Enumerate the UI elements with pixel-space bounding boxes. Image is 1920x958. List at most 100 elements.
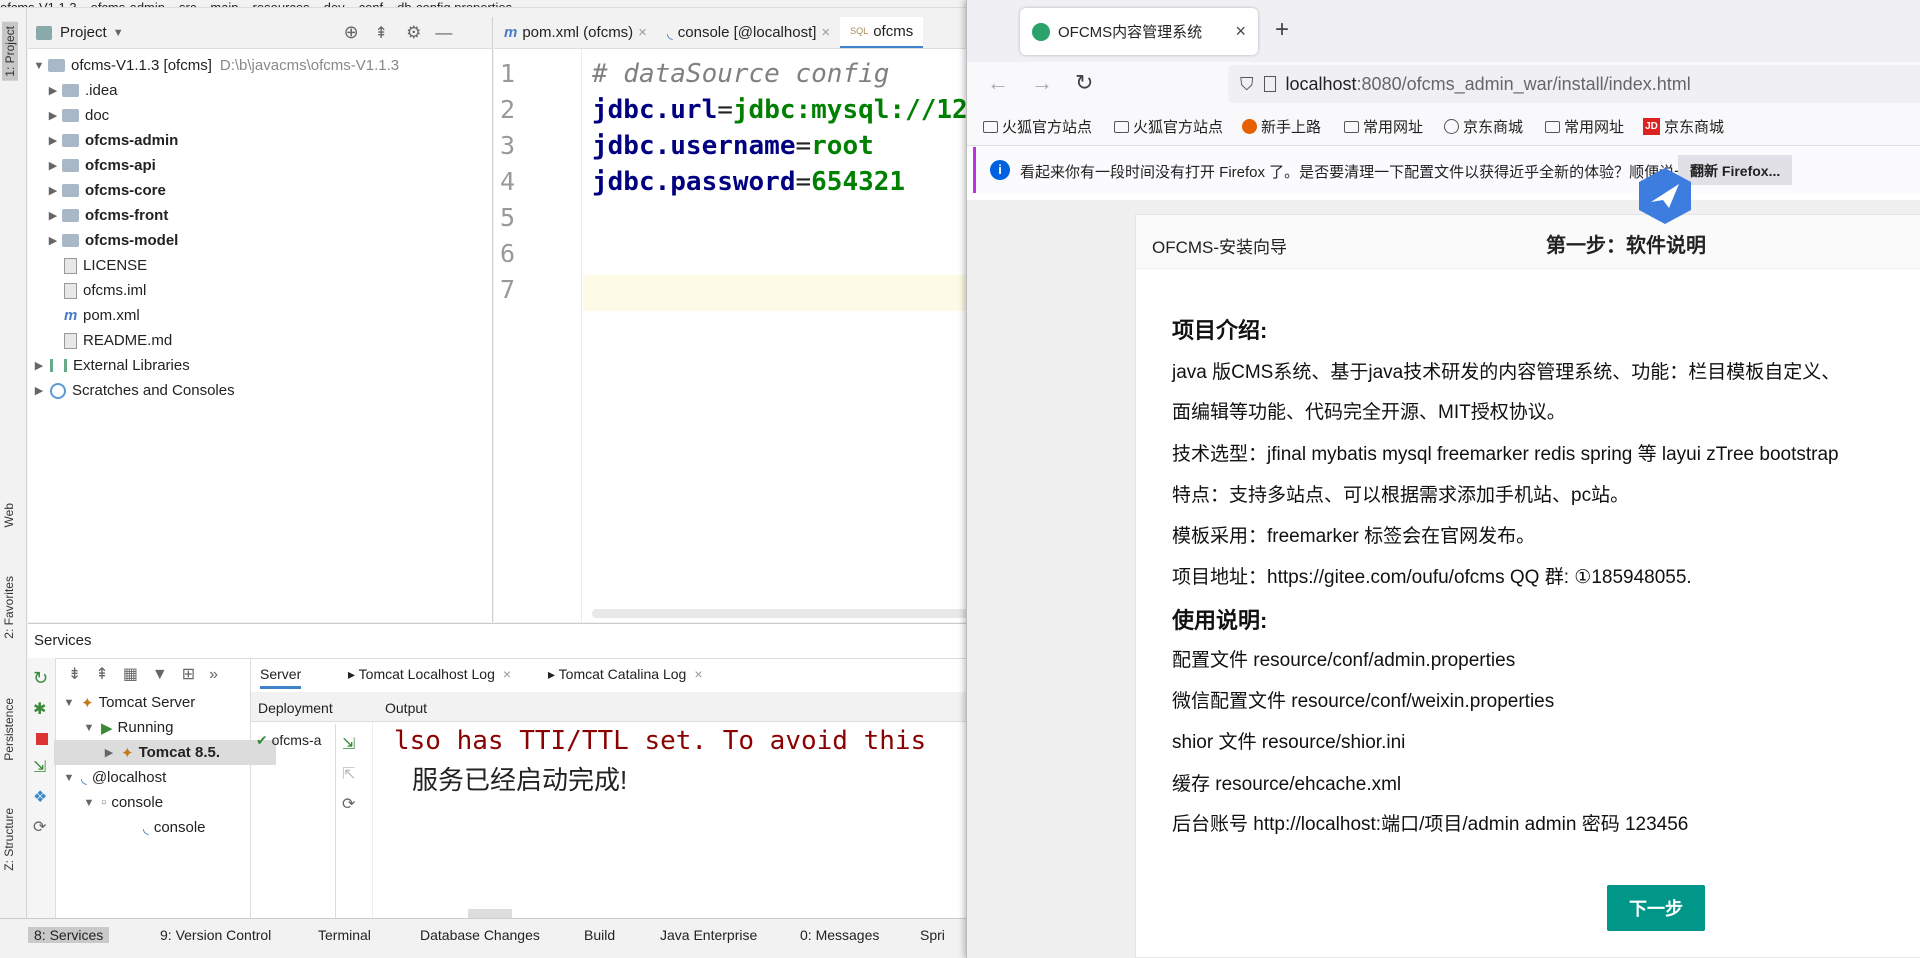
- project-title[interactable]: Project: [60, 24, 107, 41]
- output-scrollbar[interactable]: [468, 909, 512, 918]
- url-bar[interactable]: ⛉ localhost:8080/ofcms_admin_war/install…: [1228, 65, 1920, 103]
- next-step-button[interactable]: 下一步: [1607, 885, 1705, 931]
- tree-item-ofcms-admin[interactable]: ▶ ofcms-admin: [46, 128, 179, 153]
- tree-item-license[interactable]: LICENSE: [60, 253, 147, 278]
- service-console[interactable]: ◟ console: [138, 815, 206, 840]
- bookmark-item[interactable]: 常用网址: [1344, 116, 1423, 137]
- chevron-down-icon[interactable]: ▼: [62, 772, 76, 784]
- tree-item-doc[interactable]: ▶ doc: [46, 103, 109, 128]
- bookmark-item[interactable]: 常用网址: [1545, 116, 1624, 137]
- chevron-down-icon[interactable]: ▼: [32, 60, 46, 72]
- tree-item-ofcms-model[interactable]: ▶ ofcms-model: [46, 228, 179, 253]
- forward-icon[interactable]: →: [1031, 70, 1053, 96]
- tab-version-control[interactable]: 9: Version Control: [160, 927, 271, 943]
- tree-item-pom[interactable]: m pom.xml: [60, 303, 140, 328]
- breadcrumb-segment[interactable]: ofcms-V1.1.3: [0, 0, 77, 7]
- chevron-right-icon[interactable]: ▶: [46, 209, 60, 222]
- tree-item-ofcms-api[interactable]: ▶ ofcms-api: [46, 153, 156, 178]
- code-line-1[interactable]: # dataSource config: [592, 59, 889, 89]
- bookmark-item[interactable]: JD 京东商城: [1643, 116, 1724, 137]
- stop-icon[interactable]: [36, 733, 48, 745]
- tab-db-config[interactable]: SQL ofcms: [840, 17, 924, 48]
- tab-server[interactable]: Server: [260, 666, 302, 689]
- tab-pom-xml[interactable]: m pom.xml (ofcms) ×: [494, 17, 657, 48]
- bookmark-item[interactable]: 火狐官方站点: [983, 116, 1092, 137]
- chevron-right-icon[interactable]: ▶: [46, 109, 60, 122]
- tree-item-external-libraries[interactable]: ▶ External Libraries: [32, 353, 190, 378]
- tab-build[interactable]: Build: [584, 927, 615, 943]
- minimize-icon[interactable]: —: [435, 23, 452, 43]
- group-icon[interactable]: ❖: [33, 787, 55, 807]
- breadcrumb-segment[interactable]: db-config.properties: [397, 0, 512, 7]
- tab-services[interactable]: 8: Services: [28, 927, 110, 943]
- chevron-right-icon[interactable]: ▶: [32, 359, 46, 372]
- chevron-down-icon[interactable]: ▼: [62, 697, 76, 709]
- service-console-group[interactable]: ▼ ▫ console: [82, 790, 163, 815]
- deploy-icon[interactable]: ⇲: [33, 757, 55, 777]
- chevron-right-icon[interactable]: ▶: [46, 134, 60, 147]
- chevron-right-icon[interactable]: ▶: [46, 184, 60, 197]
- code-line-4[interactable]: jdbc.password=654321: [592, 167, 905, 197]
- bookmark-item[interactable]: 火狐官方站点: [1114, 116, 1223, 137]
- reload-icon[interactable]: ↻: [1075, 70, 1093, 96]
- tab-favorites[interactable]: 2: Favorites: [2, 576, 16, 639]
- tab-messages[interactable]: 0: Messages: [800, 927, 879, 943]
- services-tree-toolbar[interactable]: ⇟⇞▦▼⊞»: [68, 664, 232, 684]
- chevron-right-icon[interactable]: ▶: [32, 384, 46, 397]
- tree-item-ofcms-front[interactable]: ▶ ofcms-front: [46, 203, 169, 228]
- tab-database-changes[interactable]: Database Changes: [420, 927, 540, 943]
- chevron-down-icon[interactable]: ▼: [82, 722, 96, 734]
- tab-structure[interactable]: Z: Structure: [2, 808, 16, 871]
- chevron-right-icon[interactable]: ▶: [102, 746, 116, 759]
- bookmark-item[interactable]: 新手上路: [1242, 116, 1321, 137]
- chevron-down-icon[interactable]: ▼: [113, 27, 124, 39]
- refresh-firefox-button[interactable]: 翻新 Firefox...: [1678, 155, 1793, 185]
- deploy-actions[interactable]: ⇲ ⇱ ⟳: [342, 730, 355, 820]
- debug-icon[interactable]: ✱: [33, 699, 55, 719]
- tab-deployment[interactable]: Deployment: [258, 700, 333, 716]
- close-icon[interactable]: ×: [694, 666, 702, 682]
- breadcrumb-segment[interactable]: main: [210, 0, 238, 7]
- bookmark-item[interactable]: 京东商城: [1444, 116, 1523, 137]
- breadcrumb-segment[interactable]: src: [179, 0, 196, 7]
- gear-icon[interactable]: ⚙: [406, 23, 421, 43]
- tab-web[interactable]: Web: [2, 503, 16, 527]
- service-running[interactable]: ▼ ▶ Running: [82, 715, 174, 740]
- collapse-all-icon[interactable]: ⇞: [375, 23, 388, 43]
- tab-project[interactable]: 1: Project: [2, 22, 18, 81]
- back-icon[interactable]: ←: [987, 70, 1009, 96]
- new-tab-icon[interactable]: +: [1275, 16, 1289, 44]
- refresh-icon[interactable]: ⟳: [33, 817, 55, 837]
- service-tomcat-instance[interactable]: ▶ ✦ Tomcat 8.5.: [54, 740, 276, 765]
- rerun-icon[interactable]: ↻: [33, 668, 55, 689]
- close-icon[interactable]: ×: [821, 24, 830, 41]
- service-tomcat-server[interactable]: ▼ ✦ Tomcat Server: [62, 690, 196, 715]
- tree-item-iml[interactable]: ofcms.iml: [60, 278, 146, 303]
- tree-item-idea[interactable]: ▶ .idea: [46, 78, 118, 103]
- locate-icon[interactable]: ⊕: [344, 22, 359, 43]
- tab-terminal[interactable]: Terminal: [318, 927, 371, 943]
- tab-tomcat-localhost-log[interactable]: ▸ Tomcat Localhost Log ×: [348, 666, 511, 683]
- tab-java-enterprise[interactable]: Java Enterprise: [660, 927, 757, 943]
- browser-tab[interactable]: OFCMS内容管理系统 ×: [1020, 8, 1258, 55]
- service-localhost[interactable]: ▼ ◟ @localhost: [62, 765, 167, 790]
- close-icon[interactable]: ×: [1235, 21, 1246, 42]
- close-icon[interactable]: ×: [503, 666, 511, 682]
- chevron-right-icon[interactable]: ▶: [46, 84, 60, 97]
- deployment-item[interactable]: ✔ ofcms-a: [256, 732, 321, 749]
- code-line-3[interactable]: jdbc.username=root: [592, 131, 874, 161]
- tab-console[interactable]: ◟ console [@localhost] ×: [657, 17, 840, 48]
- close-icon[interactable]: ×: [638, 24, 647, 41]
- tree-item-ofcms-core[interactable]: ▶ ofcms-core: [46, 178, 166, 203]
- chevron-down-icon[interactable]: ▼: [82, 797, 96, 809]
- breadcrumb-segment[interactable]: dev: [324, 0, 345, 7]
- horizontal-scrollbar[interactable]: [592, 609, 970, 618]
- breadcrumb-segment[interactable]: conf: [359, 0, 384, 7]
- chevron-right-icon[interactable]: ▶: [46, 234, 60, 247]
- tree-root[interactable]: ▼ ofcms-V1.1.3 [ofcms] D:\b\javacms\ofcm…: [32, 53, 400, 78]
- tab-persistence[interactable]: Persistence: [2, 698, 16, 761]
- tree-item-scratches[interactable]: ▶ Scratches and Consoles: [32, 378, 235, 403]
- tab-spring[interactable]: Spri: [920, 927, 945, 943]
- chevron-right-icon[interactable]: ▶: [46, 159, 60, 172]
- breadcrumb-segment[interactable]: ofcms-admin: [91, 0, 165, 7]
